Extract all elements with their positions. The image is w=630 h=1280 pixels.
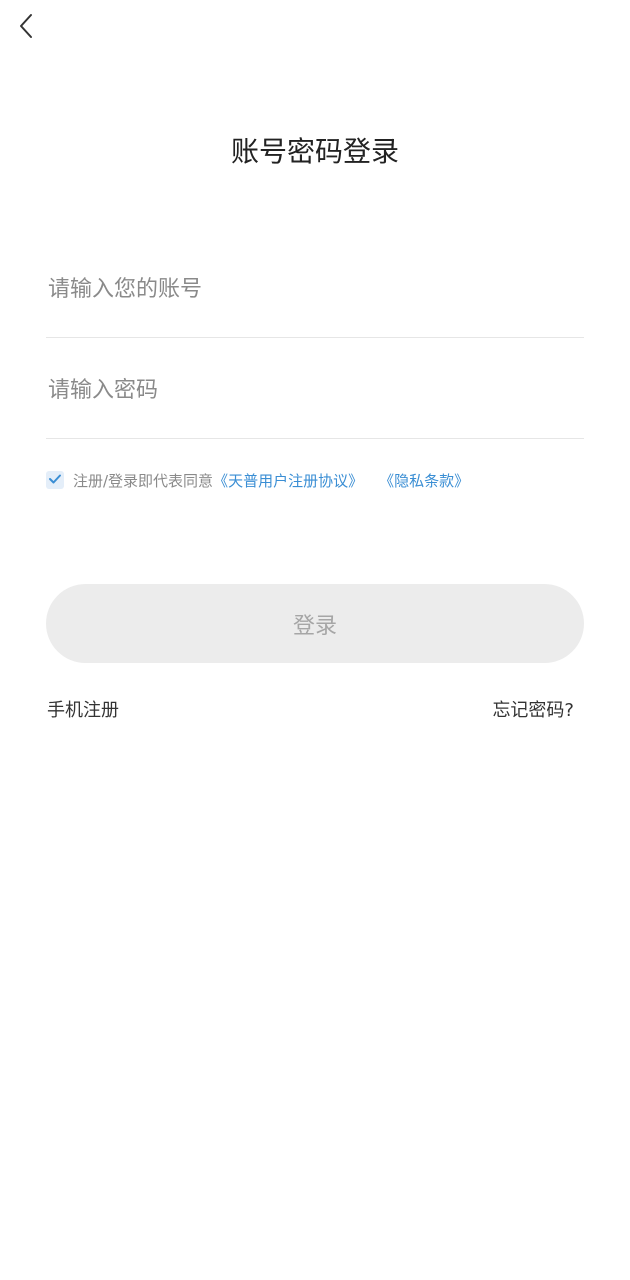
phone-register-link[interactable]: 手机注册 <box>47 697 119 725</box>
chevron-left-icon <box>18 13 34 43</box>
checkmark-icon <box>48 471 62 489</box>
agreement-checkbox[interactable] <box>46 471 64 489</box>
agreement-text: 注册/登录即代表同意 <box>73 471 214 490</box>
password-input[interactable] <box>46 370 584 410</box>
back-button[interactable] <box>10 12 42 44</box>
login-screen: 账号密码登录 注册/登录即代表同意 《天普用户注册协议》 《隐私条款》 登录 手… <box>0 0 630 1280</box>
page-title: 账号密码登录 <box>230 135 399 168</box>
agreement-row: 注册/登录即代表同意 《天普用户注册协议》 《隐私条款》 <box>46 467 469 493</box>
account-field <box>46 237 584 338</box>
account-input[interactable] <box>46 269 584 309</box>
user-agreement-link[interactable]: 《天普用户注册协议》 <box>213 470 363 491</box>
password-field <box>46 338 584 439</box>
login-button[interactable]: 登录 <box>46 584 584 663</box>
forgot-password-link[interactable]: 忘记密码? <box>492 697 574 725</box>
privacy-policy-link[interactable]: 《隐私条款》 <box>379 470 469 491</box>
